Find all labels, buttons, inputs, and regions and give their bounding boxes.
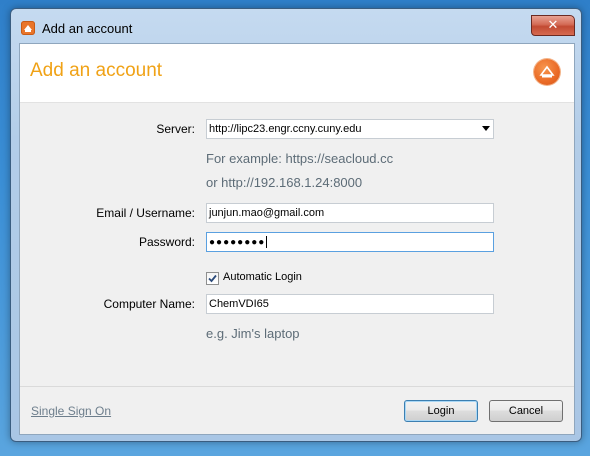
server-value: http://lipc23.engr.ccny.cuny.edu <box>209 123 362 135</box>
computer-name-label: Computer Name: <box>103 297 195 311</box>
add-account-window: Add an account ✕ Add an account Server: … <box>10 8 582 442</box>
login-button[interactable]: Login <box>404 400 478 422</box>
automatic-login-label[interactable]: Automatic Login <box>223 271 302 283</box>
single-sign-on-link[interactable]: Single Sign On <box>31 404 111 418</box>
email-label: Email / Username: <box>96 206 195 220</box>
password-field[interactable]: ●●●●●●●● <box>206 232 494 252</box>
computer-name-value: ChemVDI65 <box>209 298 269 310</box>
password-value: ●●●●●●●● <box>209 237 266 248</box>
server-hint-2: or http://192.168.1.24:8000 <box>206 175 363 190</box>
cancel-button[interactable]: Cancel <box>489 400 563 422</box>
server-hint-1: For example: https://seacloud.cc <box>206 151 394 166</box>
email-value: junjun.mao@gmail.com <box>209 207 325 219</box>
computer-name-field[interactable]: ChemVDI65 <box>206 294 494 314</box>
email-field[interactable]: junjun.mao@gmail.com <box>206 203 494 223</box>
footer-divider <box>20 386 574 387</box>
close-icon: ✕ <box>547 17 559 32</box>
close-button[interactable]: ✕ <box>531 15 575 36</box>
title-bar[interactable]: Add an account ✕ <box>11 9 581 43</box>
password-label: Password: <box>138 235 195 249</box>
text-caret <box>266 236 268 249</box>
automatic-login-checkbox[interactable] <box>206 272 219 285</box>
dialog-client-area: Add an account Server: http://lipc23.eng… <box>19 43 575 435</box>
seafile-logo-icon <box>534 59 560 85</box>
window-title: Add an account <box>42 21 133 36</box>
server-dropdown[interactable]: http://lipc23.engr.ccny.cuny.edu <box>206 119 494 139</box>
dialog-header: Add an account <box>20 44 574 103</box>
computer-name-hint: e.g. Jim's laptop <box>206 326 300 341</box>
app-icon <box>21 21 35 35</box>
page-title: Add an account <box>30 60 163 81</box>
chevron-down-icon[interactable] <box>482 126 490 131</box>
checkmark-icon <box>208 274 217 283</box>
server-label: Server: <box>156 122 195 136</box>
